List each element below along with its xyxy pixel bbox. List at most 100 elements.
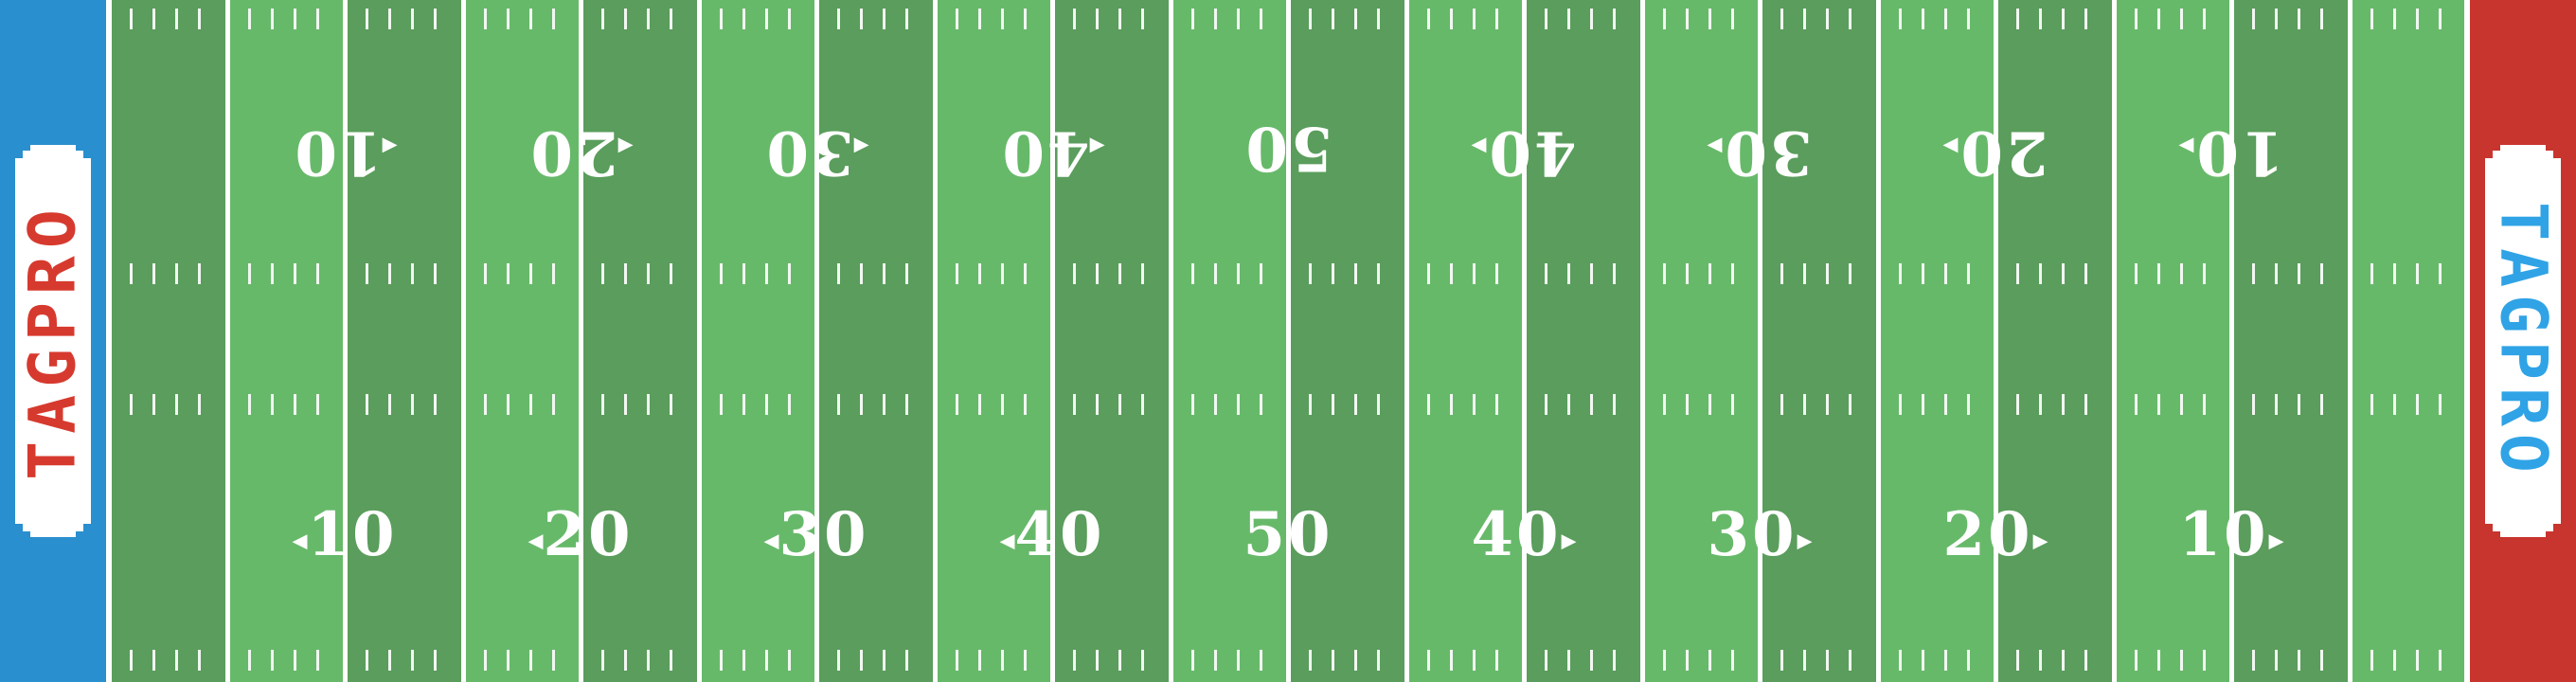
- hash-mark: [1354, 394, 1357, 415]
- hash-mark: [1567, 650, 1570, 671]
- hash-mark: [1708, 650, 1711, 671]
- hash-mark: [2370, 263, 2373, 284]
- yard-number-label: 40: [1014, 499, 1105, 570]
- hash-mark: [1309, 394, 1312, 415]
- hash-mark: [1259, 9, 1262, 29]
- hash-mark: [175, 394, 178, 415]
- hash-mark: [1472, 394, 1476, 415]
- hash-mark: [1449, 263, 1453, 284]
- hash-mark: [2016, 394, 2019, 415]
- hash-mark: [1472, 650, 1476, 671]
- hash-mark: [1662, 9, 1666, 29]
- hash-mark: [2275, 263, 2278, 284]
- hash-mark: [2392, 394, 2396, 415]
- hash-mark: [434, 394, 437, 415]
- yard-number-label: 20: [528, 117, 618, 188]
- yard-line: [1639, 0, 1645, 682]
- hash-mark: [1662, 263, 1666, 284]
- hash-mark: [2438, 9, 2442, 29]
- yard-line: [1522, 0, 1527, 682]
- hash-mark: [270, 263, 274, 284]
- hash-mark: [1073, 394, 1076, 415]
- yard-number-label: 30: [763, 117, 854, 188]
- hash-mark: [1803, 650, 1806, 671]
- hash-mark: [1023, 394, 1027, 415]
- hash-mark: [2415, 9, 2419, 29]
- field-stripe: [1995, 0, 2115, 682]
- hash-mark: [742, 650, 745, 671]
- hash-mark: [1213, 263, 1217, 284]
- hash-mark: [1590, 9, 1593, 29]
- hash-mark: [247, 650, 251, 671]
- hash-mark: [1118, 394, 1121, 415]
- hash-mark: [315, 650, 319, 671]
- hash-mark: [388, 9, 391, 29]
- yard-number-bottom: 30▸: [1665, 502, 1854, 573]
- hash-mark: [1803, 9, 1806, 29]
- hash-mark: [198, 650, 201, 671]
- hash-mark: [1096, 263, 1099, 284]
- hash-mark: [315, 263, 319, 284]
- hash-mark: [883, 650, 886, 671]
- hash-mark: [1190, 394, 1194, 415]
- direction-arrow-icon: ◂: [763, 521, 779, 558]
- yard-number-top: 40▸: [1429, 115, 1619, 188]
- hash-mark: [955, 263, 958, 284]
- yard-line: [1758, 0, 1762, 682]
- hash-mark: [366, 650, 368, 671]
- hash-mark: [2438, 263, 2442, 284]
- field-stripe: [1288, 0, 1407, 682]
- hash-mark: [1141, 9, 1144, 29]
- yard-line: [1050, 0, 1055, 682]
- hash-mark: [130, 394, 133, 415]
- direction-arrow-icon: ◂: [999, 521, 1015, 558]
- hash-mark: [293, 9, 296, 29]
- hash-mark: [1118, 263, 1121, 284]
- hash-mark: [601, 394, 604, 415]
- yard-number-top: 20▸: [1901, 115, 2090, 188]
- direction-arrow-icon: ◂: [617, 130, 634, 166]
- hash-mark: [1708, 263, 1711, 284]
- hash-mark: [1213, 650, 1217, 671]
- hash-mark: [411, 9, 414, 29]
- yard-number-label: 20: [1942, 499, 2033, 570]
- yard-number-label: 10: [292, 117, 383, 188]
- hash-mark: [1213, 394, 1217, 415]
- hash-mark: [1780, 650, 1783, 671]
- hash-mark: [1354, 9, 1357, 29]
- hash-mark: [2179, 650, 2183, 671]
- field-stripe: [816, 0, 936, 682]
- hash-mark: [1073, 263, 1076, 284]
- hash-mark: [1494, 9, 1498, 29]
- hash-mark: [1898, 394, 1902, 415]
- yard-line: [1994, 0, 1998, 682]
- direction-arrow-icon: ◂: [382, 130, 398, 166]
- hash-mark: [528, 394, 532, 415]
- hash-mark: [434, 9, 437, 29]
- hash-mark: [601, 650, 604, 671]
- field-stripe: [109, 0, 228, 682]
- hash-mark: [1377, 9, 1380, 29]
- field-stripe: [226, 0, 346, 682]
- hash-mark: [955, 9, 958, 29]
- hash-mark: [528, 9, 532, 29]
- hash-mark: [955, 394, 958, 415]
- hash-mark: [1921, 394, 1924, 415]
- yard-line: [460, 0, 466, 682]
- hash-mark: [1190, 263, 1194, 284]
- hash-mark: [1096, 9, 1099, 29]
- hash-mark: [2275, 9, 2278, 29]
- yard-number-label: 10: [307, 499, 398, 570]
- direction-arrow-icon: ▸: [1942, 130, 1959, 166]
- hash-mark: [175, 650, 178, 671]
- hash-mark: [1190, 650, 1194, 671]
- hash-mark: [1096, 650, 1099, 671]
- hash-mark: [742, 263, 745, 284]
- hash-mark: [719, 394, 723, 415]
- hash-mark: [837, 9, 840, 29]
- hash-mark: [719, 263, 723, 284]
- hash-mark: [1449, 650, 1453, 671]
- field-stripe: [345, 0, 464, 682]
- right-logo-text: TAGPRO: [2485, 202, 2561, 480]
- hash-mark: [1966, 394, 1970, 415]
